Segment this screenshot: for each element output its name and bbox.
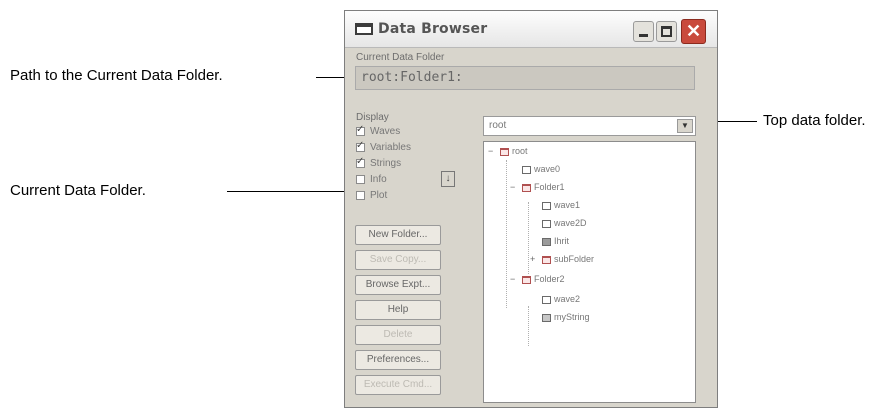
wave-icon xyxy=(522,165,531,174)
tree-node-label: wave2D xyxy=(554,218,587,228)
checkbox-info[interactable]: Info xyxy=(356,174,387,185)
wave-icon xyxy=(542,219,551,228)
checkbox-box[interactable] xyxy=(356,190,365,200)
expand-icon[interactable]: + xyxy=(530,254,535,264)
current-folder-path: root:Folder1: xyxy=(355,66,695,90)
execute-cmd-button[interactable]: Execute Cmd... xyxy=(355,375,441,395)
tree-guide xyxy=(506,160,507,308)
checkbox-plot[interactable]: Plot xyxy=(356,190,387,201)
folder-icon xyxy=(522,183,531,192)
browse-expt-button[interactable]: Browse Expt... xyxy=(355,275,441,295)
collapse-icon[interactable]: − xyxy=(510,182,515,192)
callout-top-label: Top data folder. xyxy=(763,112,866,129)
checkbox-label: Variables xyxy=(370,142,411,153)
maximize-icon[interactable] xyxy=(656,21,677,42)
tree-guide xyxy=(528,202,529,274)
wave-icon xyxy=(542,201,551,210)
delete-button[interactable]: Delete xyxy=(355,325,441,345)
tree-node[interactable]: Folder2 xyxy=(522,274,565,284)
variable-icon xyxy=(542,237,551,246)
info-arrow-button[interactable]: ↓ xyxy=(441,171,455,187)
chevron-down-icon[interactable]: ▼ xyxy=(677,119,693,133)
checkbox-label: Info xyxy=(370,174,387,185)
tree-node[interactable]: Ihrit xyxy=(542,236,569,246)
tree-node-label: Ihrit xyxy=(554,236,570,246)
tree-node[interactable]: wave2 xyxy=(542,294,580,304)
checkbox-box[interactable] xyxy=(356,140,365,152)
new-folder-button[interactable]: New Folder... xyxy=(355,225,441,245)
window-title: Data Browser xyxy=(378,21,488,37)
checkbox-box[interactable] xyxy=(356,124,365,136)
tree-node[interactable]: wave2D xyxy=(542,218,587,228)
checkbox-variables[interactable]: Variables xyxy=(356,140,411,153)
title-bar[interactable]: Data Browser xyxy=(345,11,717,48)
checkbox-label: Waves xyxy=(370,126,401,137)
top-folder-select[interactable]: root ▼ xyxy=(483,116,696,136)
checkbox-label: Strings xyxy=(370,158,402,169)
collapse-icon[interactable]: − xyxy=(488,146,493,156)
tree-node[interactable]: wave0 xyxy=(522,164,560,174)
tree-node-label: root xyxy=(512,146,528,156)
collapse-icon[interactable]: − xyxy=(510,274,515,284)
checkbox-box[interactable] xyxy=(356,174,365,184)
tree-node-label: wave1 xyxy=(554,200,581,210)
save-copy-button[interactable]: Save Copy... xyxy=(355,250,441,270)
display-label: Display xyxy=(356,112,389,123)
tree-node[interactable]: Folder1 xyxy=(522,182,565,192)
string-icon xyxy=(542,313,551,322)
window-icon xyxy=(355,23,373,35)
wave-icon xyxy=(542,295,551,304)
close-icon[interactable] xyxy=(681,19,706,44)
tree-node-label: subFolder xyxy=(554,254,595,264)
top-folder-value: root xyxy=(489,120,507,131)
tree-node-label: myString xyxy=(554,312,590,322)
tree-node-label: wave2 xyxy=(554,294,581,304)
folder-icon xyxy=(522,275,531,284)
folder-icon xyxy=(542,255,551,264)
preferences-button[interactable]: Preferences... xyxy=(355,350,441,370)
checkbox-waves[interactable]: Waves xyxy=(356,124,401,137)
callout-current-label: Current Data Folder. xyxy=(10,182,146,199)
tree-node[interactable]: myString xyxy=(542,312,590,322)
tree-node[interactable]: wave1 xyxy=(542,200,580,210)
tree-node[interactable]: root xyxy=(500,146,528,156)
help-button[interactable]: Help xyxy=(355,300,441,320)
tree-node[interactable]: subFolder xyxy=(542,254,594,264)
checkbox-box[interactable] xyxy=(356,156,365,168)
current-folder-label: Current Data Folder xyxy=(356,52,445,63)
data-browser-window: Data Browser Current Data Folder root:Fo… xyxy=(344,10,718,408)
folder-icon xyxy=(500,147,509,156)
tree-node-label: Folder1 xyxy=(534,182,565,192)
tree-node-label: Folder2 xyxy=(534,274,565,284)
data-folder-tree[interactable]: − root wave0 − Folder1 wave1 wave2D Ihri… xyxy=(483,141,696,403)
callout-path-line xyxy=(316,77,344,78)
checkbox-strings[interactable]: Strings xyxy=(356,156,402,169)
callout-path-label: Path to the Current Data Folder. xyxy=(10,67,223,84)
tree-guide xyxy=(528,306,529,346)
checkbox-label: Plot xyxy=(370,190,388,201)
minimize-icon[interactable] xyxy=(633,21,654,42)
tree-node-label: wave0 xyxy=(534,164,561,174)
